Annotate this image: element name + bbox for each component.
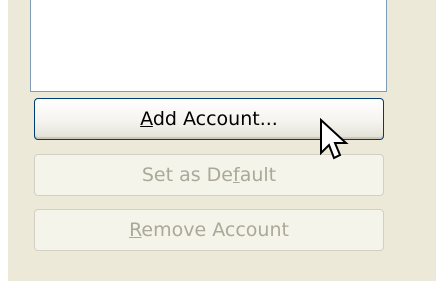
remove-account-label-suffix: emove Account (141, 219, 289, 241)
set-as-default-mnemonic: f (233, 164, 240, 186)
remove-account-mnemonic: R (129, 219, 142, 241)
account-list[interactable] (30, 0, 387, 92)
add-account-label-suffix: dd Account... (152, 108, 278, 130)
set-as-default-label-suffix: ault (239, 164, 277, 186)
set-as-default-label-prefix: Set as De (141, 164, 233, 186)
add-account-mnemonic: A (140, 108, 153, 130)
remove-account-button[interactable]: Remove Account (34, 209, 384, 251)
mouse-pointer-icon (320, 118, 349, 160)
